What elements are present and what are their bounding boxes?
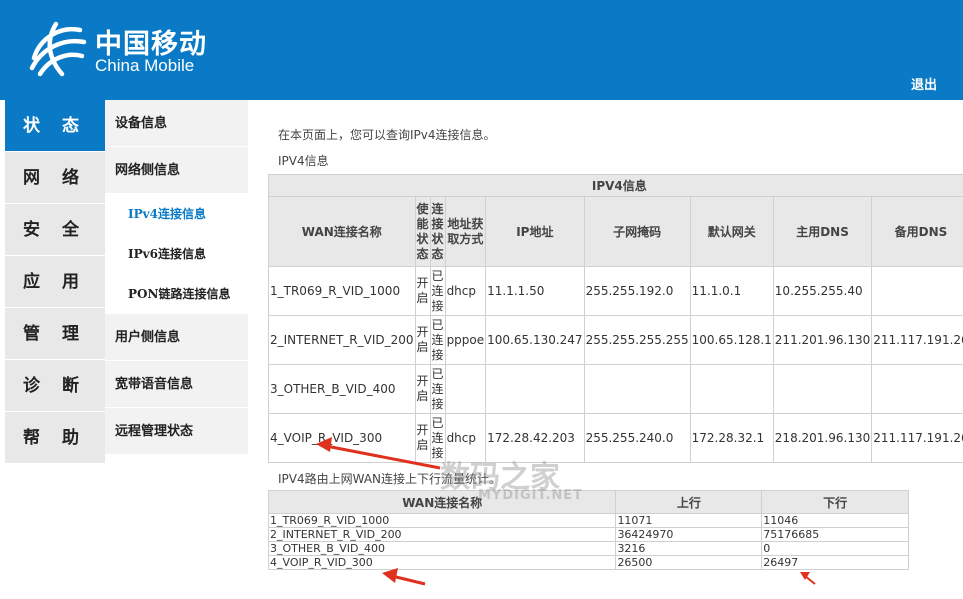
- table-cell: 1_TR069_R_VID_1000: [267, 513, 617, 528]
- table-row: 3_OTHER_B_VID_400 3216 0: [267, 541, 909, 556]
- table-cell: 2_INTERNET_R_VID_200: [268, 315, 416, 365]
- table-cell: [689, 364, 774, 414]
- table-cell: dhcp: [444, 266, 487, 316]
- traffic-stats-table: WAN连接名称 上行 下行 1_TR069_R_VID_1000 11071 1…: [267, 490, 909, 570]
- column-header: 使能状态: [414, 196, 431, 267]
- table-cell: 3_OTHER_B_VID_400: [267, 541, 617, 556]
- sub-nav-network-info[interactable]: 网络侧信息: [105, 147, 248, 194]
- table-cell: 开启: [414, 315, 431, 365]
- table-cell: 11046: [761, 513, 909, 528]
- column-header: 下行: [761, 490, 909, 514]
- nav-network[interactable]: 网 络: [5, 152, 105, 204]
- sub-nav-ipv4-info[interactable]: IPv4连接信息: [105, 194, 248, 234]
- column-header: WAN连接名称: [268, 196, 416, 267]
- table-row: 4_VOIP_R_VID_300 26500 26497: [267, 555, 909, 570]
- table-cell: [583, 364, 691, 414]
- table-cell: 11071: [615, 513, 763, 528]
- sub-nav-voice-info[interactable]: 宽带语音信息: [105, 361, 248, 408]
- nav-status[interactable]: 状 态: [5, 100, 105, 152]
- table-cell: 26497: [761, 555, 909, 570]
- nav-help[interactable]: 帮 助: [5, 412, 105, 464]
- page-description: 在本页面上，您可以查询IPv4连接信息。: [278, 128, 496, 142]
- sub-nav-user-info[interactable]: 用户侧信息: [105, 314, 248, 361]
- table-cell: 开启: [414, 413, 431, 463]
- table-cell: 26500: [615, 555, 763, 570]
- table-row: 1_TR069_R_VID_1000 开启 已连接 dhcp 11.1.1.50…: [268, 266, 963, 316]
- table-cell: 255.255.240.0: [583, 413, 691, 463]
- table-cell: 0: [761, 541, 909, 556]
- table-cell: 3_OTHER_B_VID_400: [268, 364, 416, 414]
- table-cell: 211.117.191.26: [871, 413, 963, 463]
- table-cell: [772, 364, 873, 414]
- column-header: 连接状态: [429, 196, 446, 267]
- table-cell: 已连接: [429, 364, 446, 414]
- table-cell: 36424970: [615, 527, 763, 542]
- table-cell: [485, 364, 585, 414]
- brand-name-en: China Mobile: [95, 56, 195, 75]
- sub-nav-ipv6-info[interactable]: IPv6连接信息: [105, 234, 248, 274]
- table-cell: 已连接: [429, 315, 446, 365]
- table-cell: [444, 364, 487, 414]
- sub-nav-remote-mgmt[interactable]: 远程管理状态: [105, 408, 248, 455]
- sub-nav: 设备信息 网络侧信息 IPv4连接信息 IPv6连接信息 PON链路连接信息 用…: [105, 100, 248, 455]
- column-header: 子网掩码: [583, 196, 691, 267]
- table-cell: 已连接: [429, 266, 446, 316]
- table-cell: 11.1.0.1: [689, 266, 774, 316]
- table-row: 2_INTERNET_R_VID_200 36424970 75176685: [267, 527, 909, 542]
- column-header: IP地址: [485, 196, 585, 267]
- china-mobile-logo-icon: [29, 21, 87, 77]
- table-row: 4_VOIP_R_VID_300 开启 已连接 dhcp 172.28.42.2…: [268, 413, 963, 463]
- table-cell: 11.1.1.50: [485, 266, 585, 316]
- ipv4-info-table: IPV4信息 WAN连接名称 使能状态 连接状态 地址获取方式 IP地址 子网掩…: [268, 174, 963, 463]
- table-cell: 255.255.192.0: [583, 266, 691, 316]
- table-cell: 100.65.130.247: [485, 315, 585, 365]
- column-header: 上行: [615, 490, 763, 514]
- table-cell: 211.201.96.130: [772, 315, 873, 365]
- table-row: 2_INTERNET_R_VID_200 开启 已连接 pppoe 100.65…: [268, 315, 963, 365]
- table-cell: 100.65.128.1: [689, 315, 774, 365]
- table-cell: [871, 266, 963, 316]
- nav-diagnosis[interactable]: 诊 断: [5, 360, 105, 412]
- sub-nav-pon-info[interactable]: PON链路连接信息: [105, 274, 248, 314]
- sub-nav-device-info[interactable]: 设备信息: [105, 100, 248, 147]
- table-cell: 211.117.191.26: [871, 315, 963, 365]
- column-header: 备用DNS: [871, 196, 963, 267]
- table-cell: 10.255.255.40: [772, 266, 873, 316]
- sub-nav-network-group: IPv4连接信息 IPv6连接信息 PON链路连接信息: [105, 194, 248, 314]
- table-row: 3_OTHER_B_VID_400 开启 已连接: [268, 364, 963, 414]
- table-cell: 2_INTERNET_R_VID_200: [267, 527, 617, 542]
- column-header: 地址获取方式: [444, 196, 487, 267]
- section-title-ipv4: IPV4信息: [278, 154, 329, 168]
- table-cell: 开启: [414, 266, 431, 316]
- table-cell: 开启: [414, 364, 431, 414]
- table-cell: 255.255.255.255: [583, 315, 691, 365]
- table-cell: pppoe: [444, 315, 487, 365]
- main-nav: 状 态 网 络 安 全 应 用 管 理 诊 断 帮 助: [5, 100, 105, 464]
- nav-application[interactable]: 应 用: [5, 256, 105, 308]
- table-cell: 4_VOIP_R_VID_300: [268, 413, 416, 463]
- table-cell: 75176685: [761, 527, 909, 542]
- table-cell: 218.201.96.130: [772, 413, 873, 463]
- arrow-icon: [382, 568, 426, 586]
- watermark-sub: MYDIGIT.NET: [478, 488, 583, 503]
- nav-management[interactable]: 管 理: [5, 308, 105, 360]
- logout-link[interactable]: 退出: [911, 74, 937, 93]
- table-caption: IPV4信息: [268, 174, 963, 197]
- table-row: 1_TR069_R_VID_1000 11071 11046: [267, 513, 909, 528]
- column-header: 默认网关: [689, 196, 774, 267]
- table-cell: 172.28.32.1: [689, 413, 774, 463]
- column-header: 主用DNS: [772, 196, 873, 267]
- arrow-icon: [800, 572, 816, 585]
- header: 中国移动 China Mobile 退出: [0, 0, 963, 100]
- nav-security[interactable]: 安 全: [5, 204, 105, 256]
- table-cell: 1_TR069_R_VID_1000: [268, 266, 416, 316]
- table-cell: 3216: [615, 541, 763, 556]
- table-cell: [871, 364, 963, 414]
- table-cell: 4_VOIP_R_VID_300: [267, 555, 617, 570]
